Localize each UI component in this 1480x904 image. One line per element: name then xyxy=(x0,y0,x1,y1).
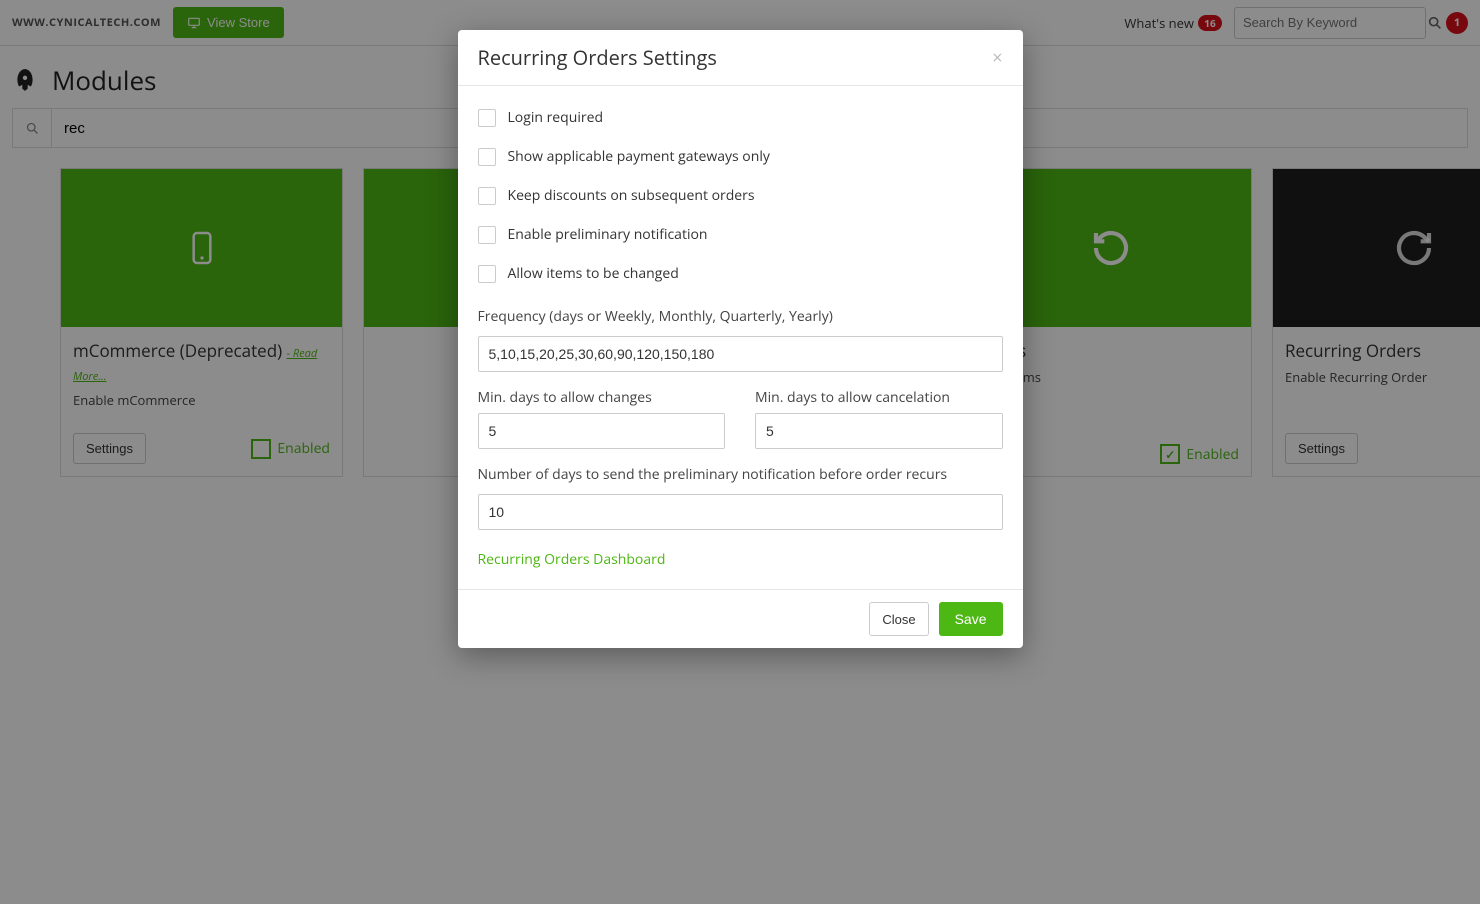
checkbox-label: Allow items to be changed xyxy=(508,264,679,283)
min-cancel-input[interactable] xyxy=(755,413,1003,449)
checkbox-icon xyxy=(478,265,496,283)
min-cancel-label: Min. days to allow cancelation xyxy=(755,388,1003,407)
allow-item-change-checkbox[interactable]: Allow items to be changed xyxy=(478,256,1003,291)
recurring-dashboard-link[interactable]: Recurring Orders Dashboard xyxy=(478,550,1003,569)
modal-overlay: Recurring Orders Settings × Login requir… xyxy=(0,0,1480,904)
checkbox-label: Show applicable payment gateways only xyxy=(508,147,770,166)
show-gateways-checkbox[interactable]: Show applicable payment gateways only xyxy=(478,139,1003,174)
preliminary-notification-checkbox[interactable]: Enable preliminary notification xyxy=(478,217,1003,252)
login-required-checkbox[interactable]: Login required xyxy=(478,100,1003,135)
save-button[interactable]: Save xyxy=(939,602,1003,636)
frequency-input[interactable] xyxy=(478,336,1003,372)
min-changes-input[interactable] xyxy=(478,413,726,449)
modal-title: Recurring Orders Settings xyxy=(478,44,993,71)
recurring-orders-modal: Recurring Orders Settings × Login requir… xyxy=(458,30,1023,648)
prelim-days-input[interactable] xyxy=(478,494,1003,530)
checkbox-icon xyxy=(478,187,496,205)
close-icon[interactable]: × xyxy=(992,49,1002,67)
checkbox-label: Enable preliminary notification xyxy=(508,225,708,244)
checkbox-label: Keep discounts on subsequent orders xyxy=(508,186,755,205)
min-changes-label: Min. days to allow changes xyxy=(478,388,726,407)
checkbox-icon xyxy=(478,226,496,244)
checkbox-icon xyxy=(478,109,496,127)
frequency-label: Frequency (days or Weekly, Monthly, Quar… xyxy=(478,307,1003,326)
checkbox-icon xyxy=(478,148,496,166)
keep-discounts-checkbox[interactable]: Keep discounts on subsequent orders xyxy=(478,178,1003,213)
checkbox-label: Login required xyxy=(508,108,604,127)
prelim-days-label: Number of days to send the preliminary n… xyxy=(478,465,1003,484)
close-button[interactable]: Close xyxy=(869,602,928,636)
